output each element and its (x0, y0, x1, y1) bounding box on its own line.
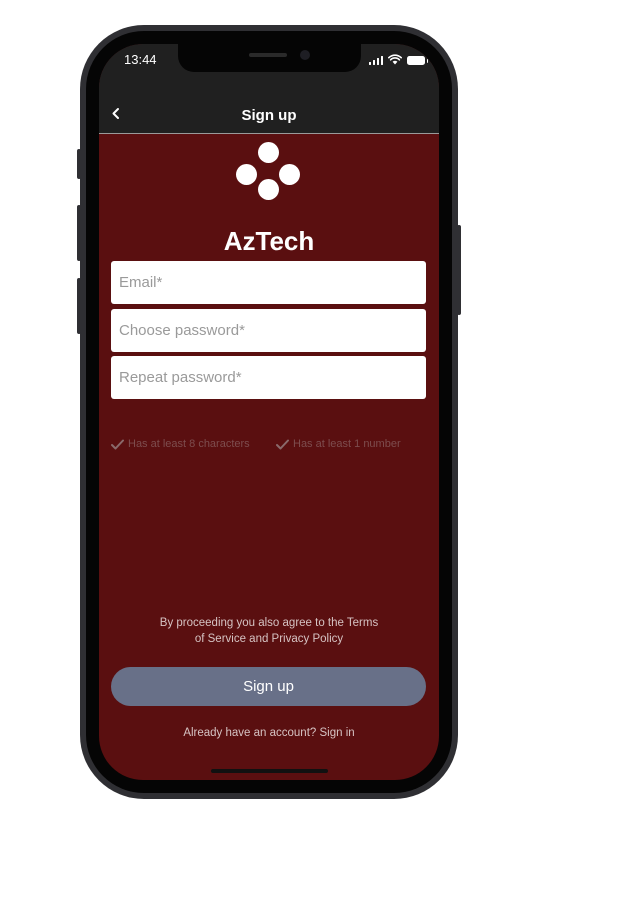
status-bar: 13:44 (99, 44, 439, 98)
terms-line-2[interactable]: of Service and Privacy Policy (139, 631, 399, 647)
terms-line-1: By proceeding you also agree to the Term… (159, 617, 379, 629)
home-indicator[interactable] (211, 769, 328, 773)
speaker-grille (249, 53, 287, 57)
requirement-number: Has at least 1 number (276, 438, 401, 450)
navigation-bar: Sign up (99, 98, 439, 134)
status-time: 13:44 (124, 52, 157, 67)
checkmark-icon (111, 439, 124, 449)
app-screen: 13:44 Sign up AzTech Email* Has at least… (99, 44, 439, 780)
sign-up-button[interactable]: Sign up (111, 667, 426, 706)
brand-name: AzTech (223, 226, 315, 256)
requirement-min-length: Has at least 8 characters (111, 438, 250, 450)
front-camera (300, 50, 310, 60)
requirement-label: Has at least 1 number (293, 438, 401, 450)
email-field[interactable] (111, 261, 426, 304)
sign-in-prompt: Already have an account? Sign in (99, 727, 439, 739)
camera-notch (178, 44, 361, 72)
terms-notice: By proceeding you also agree to the Term… (139, 615, 399, 647)
sign-in-question: Already have an account? (183, 727, 317, 739)
sign-in-link[interactable]: Sign in (320, 727, 355, 739)
wifi-icon (388, 54, 402, 65)
password-requirements: Has at least 8 characters Has at least 1… (111, 438, 431, 454)
choose-password-field[interactable] (111, 309, 426, 352)
four-dots-logo-icon (234, 142, 304, 204)
checkmark-icon (276, 439, 289, 449)
page-title: Sign up (241, 107, 297, 124)
status-icons (368, 53, 428, 65)
repeat-password-field[interactable] (111, 356, 426, 399)
battery-icon (407, 56, 428, 65)
requirement-label: Has at least 8 characters (128, 438, 250, 450)
cellular-signal-icon (368, 55, 383, 65)
